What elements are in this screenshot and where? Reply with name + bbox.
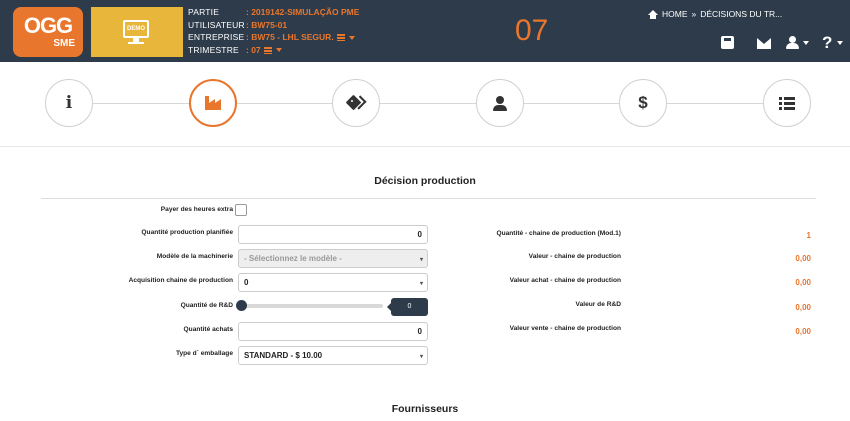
rd-slider-track[interactable] (241, 304, 383, 308)
demo-badge: DEMO (91, 7, 183, 57)
wizard-line (66, 103, 786, 104)
dollar-icon: $ (638, 93, 648, 112)
step-info[interactable]: i (45, 79, 93, 127)
step-finance[interactable]: $ (619, 79, 667, 127)
current-quarter: 07 (515, 14, 549, 47)
monitor-icon: DEMO (123, 20, 149, 38)
payer-heures-checkbox[interactable] (235, 204, 247, 216)
ogg-sme-logo[interactable]: OGG SME (13, 7, 83, 57)
utilisateur-value: : BW75-01 (246, 19, 288, 30)
acquisition-chaine-label: Acquisition chaine de production (128, 277, 233, 284)
valeur-achat-value: 0,00 (795, 278, 811, 287)
breadcrumb: HOME » DÉCISIONS DU TR... (648, 9, 782, 19)
logo-subtext: SME (53, 38, 75, 49)
valeur-chaine-label: Valeur - chaine de production (528, 253, 621, 260)
emballage-value: STANDARD - $ 10.00 (244, 351, 323, 360)
entreprise-value: : BW75 - LHL SEGUR. (246, 32, 334, 42)
rd-slider-handle[interactable] (236, 300, 247, 311)
modele-machinerie-label: Modèle de la machinerie (156, 253, 233, 260)
user-menu-button[interactable] (786, 36, 810, 52)
section-title: Décision production (374, 175, 476, 187)
valeur-chaine-value: 0,00 (795, 254, 811, 263)
game-info: PARTIE : 2019142-SIMULAÇÃO PME UTILISATE… (188, 6, 359, 56)
chevron-down-icon: ▾ (419, 354, 423, 360)
divider (0, 146, 850, 147)
valeur-vente-label: Valeur vente - chaine de production (509, 325, 621, 332)
breadcrumb-current: DÉCISIONS DU TR... (700, 9, 783, 19)
utilisateur-label: UTILISATEUR (188, 19, 245, 30)
caret-down-icon (348, 35, 355, 40)
logo-text: OGG (23, 13, 73, 38)
list-icon (779, 96, 795, 110)
type-emballage-select[interactable]: STANDARD - $ 10.00 ▾ (238, 346, 428, 365)
type-emballage-label: Type d` emballage (175, 350, 233, 357)
trimestre-label: TRIMESTRE (188, 44, 239, 55)
payer-heures-label: Payer des heures extra (160, 206, 233, 213)
list-icon (336, 34, 345, 42)
help-icon: ? (822, 33, 833, 52)
divider (41, 198, 816, 199)
tags-icon (345, 94, 367, 111)
modele-placeholder: - Sélectionnez le modèle - (244, 254, 342, 263)
mail-icon[interactable] (757, 38, 771, 49)
top-header: OGG SME DEMO PARTIE : 2019142-SIMULAÇÃO … (0, 0, 850, 62)
fournisseurs-title: Fournisseurs (391, 403, 459, 415)
user-icon (789, 36, 796, 43)
home-icon (648, 9, 658, 19)
step-summary[interactable] (763, 79, 811, 127)
trimestre-selector[interactable]: : 07 (246, 44, 282, 57)
save-icon[interactable] (721, 36, 734, 49)
factory-icon (205, 96, 221, 110)
quantite-chaine-label: Quantité - chaine de production (Mod.1) (496, 230, 621, 237)
caret-down-icon (837, 41, 843, 45)
acquisition-value: 0 (244, 278, 249, 287)
demo-label: DEMO (127, 26, 145, 32)
person-icon (493, 95, 507, 111)
entreprise-selector[interactable]: : BW75 - LHL SEGUR. (246, 31, 355, 44)
step-marketing[interactable] (332, 79, 380, 127)
caret-down-icon (275, 48, 282, 53)
entreprise-label: ENTREPRISE (188, 32, 245, 42)
trimestre-value: : 07 (246, 44, 261, 55)
valeur-achat-label: Valeur achat - chaine de production (509, 277, 621, 284)
quantite-chaine-value: 1 (806, 231, 811, 240)
partie-label: PARTIE (188, 7, 220, 17)
list-icon (263, 46, 272, 54)
quantite-rd-label: Quantité de R&D (180, 302, 233, 309)
partie-value: : 2019142-SIMULAÇÃO PME (246, 7, 360, 17)
user-icon-body (786, 43, 799, 49)
step-personnel[interactable] (476, 79, 524, 127)
quantite-production-label: Quantité production planifiée (141, 229, 233, 236)
caret-down-icon (803, 41, 809, 45)
step-production[interactable] (189, 79, 237, 127)
valeur-rd-label: Valeur de R&D (575, 301, 621, 308)
breadcrumb-separator: » (691, 9, 697, 19)
monitor-base (128, 42, 144, 44)
breadcrumb-home[interactable]: HOME (662, 9, 688, 19)
valeur-rd-value: 0,00 (795, 303, 811, 312)
info-icon: i (65, 93, 73, 113)
help-menu-button[interactable]: ? (822, 33, 846, 52)
quantite-achats-label: Quantité achats (183, 326, 233, 333)
valeur-vente-value: 0,00 (795, 327, 811, 336)
